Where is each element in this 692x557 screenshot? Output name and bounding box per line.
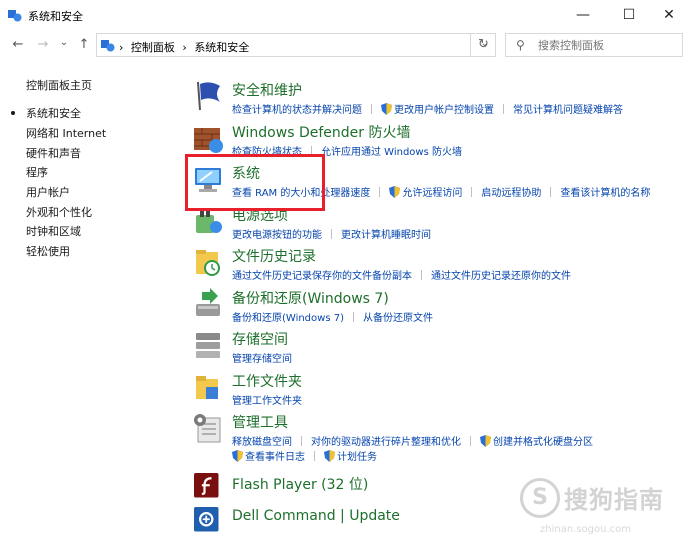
category-title[interactable]: 文件历史记录 <box>232 246 316 266</box>
uac-shield-icon <box>324 449 335 462</box>
link-defragment[interactable]: 对你的驱动器进行碎片整理和优化 <box>311 433 461 448</box>
link-uac-settings[interactable]: 更改用户帐户控制设置 <box>394 101 494 116</box>
watermark-url: zhinan.sogou.com <box>540 524 632 535</box>
breadcrumb-separator: › <box>182 41 187 54</box>
refresh-icon[interactable]: ↻ <box>470 34 496 56</box>
link-separator <box>301 435 302 446</box>
back-arrow-icon[interactable]: ← <box>10 37 26 52</box>
sidebar-item-appearance[interactable]: 外观和个性化 <box>26 204 92 220</box>
breadcrumb-item-control-panel[interactable]: 控制面板 <box>131 41 175 54</box>
link-restore-files[interactable]: 通过文件历史记录还原你的文件 <box>431 267 571 282</box>
uac-shield-icon <box>232 449 243 462</box>
flag-icon <box>197 81 220 111</box>
category-title[interactable]: 备份和还原(Windows 7) <box>232 288 389 308</box>
category-title[interactable]: 工作文件夹 <box>232 371 302 391</box>
link-manage-work-folders[interactable]: 管理工作文件夹 <box>232 392 302 407</box>
window-title: 系统和安全 <box>28 10 83 23</box>
recent-locations-chevron-icon[interactable]: ⌄ <box>56 37 72 48</box>
category-title[interactable]: 管理工具 <box>232 412 288 432</box>
link-troubleshoot[interactable]: 常见计算机问题疑难解答 <box>513 101 623 116</box>
category-title[interactable]: 安全和维护 <box>232 80 302 100</box>
watermark-text: 搜狗指南 <box>564 486 664 514</box>
search-icon: ⚲ <box>516 38 525 52</box>
link-computer-name[interactable]: 查看该计算机的名称 <box>560 184 650 199</box>
work-folder-icon <box>196 376 218 399</box>
address-bar[interactable]: › 控制面板 › 系统和安全 ⌄ <box>96 33 496 57</box>
sidebar-item-hardware-sound[interactable]: 硬件和声音 <box>26 145 81 161</box>
link-remote-access[interactable]: 允许远程访问 <box>402 184 462 199</box>
highlight-box <box>185 154 325 211</box>
title-bar: 系统和安全 — ☐ ✕ <box>0 0 692 30</box>
link-backup-restore-win7[interactable]: 备份和还原(Windows 7) <box>232 309 344 324</box>
breadcrumb-item-system-security[interactable]: 系统和安全 <box>194 41 249 54</box>
link-separator <box>331 228 332 239</box>
link-separator <box>371 103 372 114</box>
link-separator <box>379 186 381 197</box>
link-event-logs[interactable]: 查看事件日志 <box>245 448 305 463</box>
link-separator <box>421 269 422 280</box>
uac-shield-icon <box>480 434 491 447</box>
watermark-logo: S <box>520 478 560 518</box>
link-create-partitions[interactable]: 创建并格式化硬盘分区 <box>493 433 593 448</box>
category-title[interactable]: 存储空间 <box>232 329 288 349</box>
link-separator <box>471 186 473 197</box>
link-separator <box>352 311 354 322</box>
up-arrow-icon[interactable]: ↑ <box>76 37 92 52</box>
sidebar-item-ease-of-access[interactable]: 轻松使用 <box>26 243 70 259</box>
close-button[interactable]: ✕ <box>646 0 692 30</box>
link-remote-assistance[interactable]: 启动远程协助 <box>481 184 541 199</box>
sidebar-item-programs[interactable]: 程序 <box>26 164 48 180</box>
category-title[interactable]: Windows Defender 防火墙 <box>232 122 410 142</box>
link-sleep-time[interactable]: 更改计算机睡眠时间 <box>341 226 431 241</box>
link-separator <box>470 435 471 446</box>
admin-tools-icon <box>194 414 221 443</box>
search-input[interactable] <box>538 37 678 53</box>
link-restore-from-backup[interactable]: 从备份还原文件 <box>363 309 433 324</box>
current-page-bullet <box>11 111 15 115</box>
sogou-watermark: S 搜狗指南 zhinan.sogou.com <box>520 470 685 540</box>
link-allow-app[interactable]: 允许应用通过 Windows 防火墙 <box>321 143 462 158</box>
link-separator <box>314 450 315 461</box>
link-power-button[interactable]: 更改电源按钮的功能 <box>232 226 322 241</box>
minimize-button[interactable]: — <box>560 0 606 30</box>
flash-icon <box>194 473 219 498</box>
category-title[interactable]: Dell Command | Update <box>232 508 400 524</box>
file-history-icon <box>196 250 220 276</box>
sidebar-item-user-accounts[interactable]: 用户帐户 <box>26 184 70 200</box>
backup-icon <box>196 288 220 316</box>
link-manage-storage[interactable]: 管理存储空间 <box>232 350 292 365</box>
breadcrumb-separator: › <box>119 41 124 54</box>
category-title[interactable]: Flash Player (32 位) <box>232 474 368 494</box>
sidebar-item-network[interactable]: 网络和 Internet <box>26 125 106 141</box>
link-separator <box>503 103 504 114</box>
link-schedule-tasks[interactable]: 计划任务 <box>337 448 377 463</box>
link-disk-cleanup[interactable]: 释放磁盘空间 <box>232 433 292 448</box>
sidebar-item-home[interactable]: 控制面板主页 <box>26 77 92 93</box>
search-box[interactable]: ⚲ <box>505 33 683 57</box>
link-check-status[interactable]: 检查计算机的状态并解决问题 <box>232 101 362 116</box>
storage-icon <box>196 333 220 358</box>
firewall-icon <box>194 128 223 153</box>
uac-shield-icon <box>389 185 401 198</box>
breadcrumb: › 控制面板 › 系统和安全 <box>119 39 249 55</box>
control-panel-icon <box>101 40 115 52</box>
sidebar-item-clock-region[interactable]: 时钟和区域 <box>26 223 81 239</box>
uac-shield-icon <box>381 102 392 115</box>
link-separator <box>550 186 552 197</box>
link-save-backup[interactable]: 通过文件历史记录保存你的文件备份副本 <box>232 267 412 282</box>
dell-update-icon <box>194 507 219 532</box>
forward-arrow-icon[interactable]: → <box>35 37 51 52</box>
sidebar-item-system-security[interactable]: 系统和安全 <box>26 105 81 121</box>
control-panel-icon <box>8 10 22 22</box>
